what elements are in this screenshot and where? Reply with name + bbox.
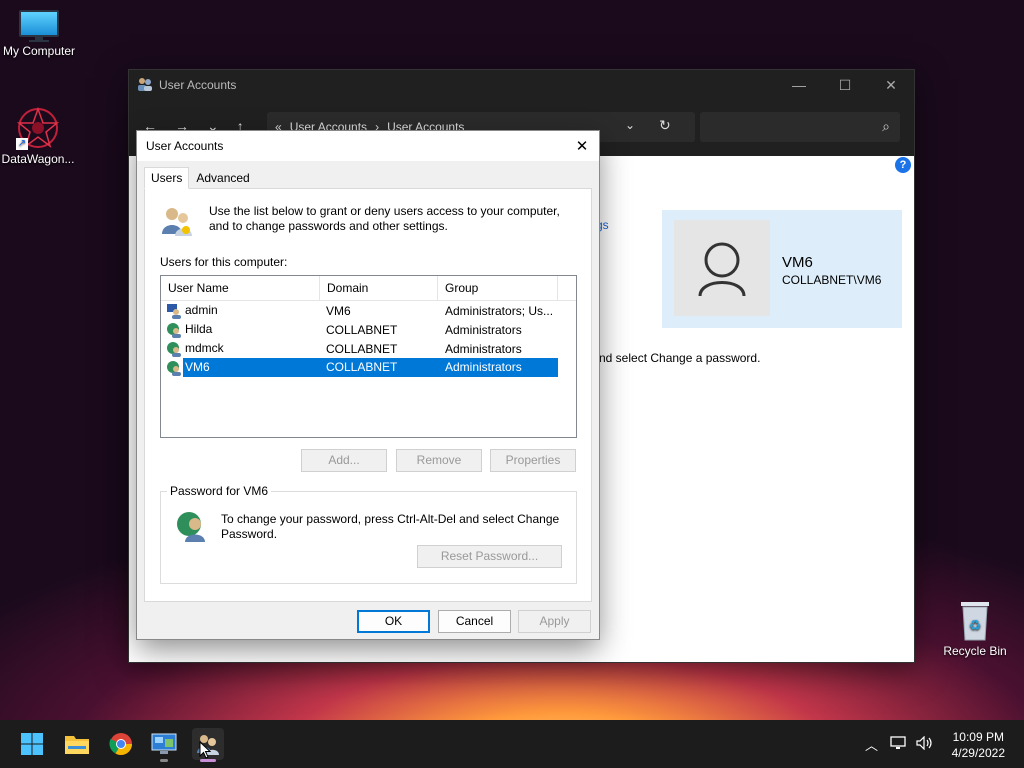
local-user-icon	[166, 303, 182, 319]
system-tray: ︿	[865, 720, 934, 768]
network-icon[interactable]	[890, 735, 906, 753]
user-card: VM6 COLLABNET\VM6	[662, 210, 902, 328]
chevron-up-icon[interactable]: ︿	[865, 735, 878, 754]
start-button[interactable]	[16, 728, 48, 760]
computer-icon	[19, 10, 59, 42]
clock-time: 10:09 PM	[952, 730, 1004, 744]
file-explorer-button[interactable]	[61, 728, 93, 760]
volume-icon[interactable]	[916, 735, 934, 753]
tab-advanced[interactable]: Advanced	[189, 167, 256, 189]
properties-button[interactable]: Properties	[490, 449, 576, 472]
control-panel-button[interactable]	[148, 728, 180, 762]
apply-button[interactable]: Apply	[518, 610, 591, 633]
chrome-icon	[109, 733, 132, 755]
avatar	[674, 220, 770, 316]
windows-logo-icon	[21, 733, 43, 755]
user-card-domain: COLLABNET\VM6	[782, 273, 882, 287]
add-user-button[interactable]: Add...	[301, 449, 387, 472]
table-row-selected[interactable]: VM6 COLLABNET Administrators	[161, 358, 576, 377]
window-titlebar[interactable]: User Accounts — ☐ ✕	[129, 70, 914, 100]
svg-text:♻: ♻	[969, 618, 982, 634]
password-instructions: To change your password, press Ctrl-Alt-…	[221, 512, 560, 541]
user-key-icon	[175, 510, 209, 545]
taskbar: ︿ 10:09 PM 4/29/2022	[0, 720, 1024, 768]
remove-user-button[interactable]: Remove	[396, 449, 482, 472]
domain-user-icon	[166, 360, 182, 376]
close-button[interactable]: ✕	[868, 77, 914, 94]
domain-user-icon	[166, 341, 182, 357]
desktop-icon-label: Recycle Bin	[943, 644, 1007, 658]
password-groupbox: Password for VM6 To change your password…	[160, 484, 577, 584]
users-tab-panel: Use the list below to grant or deny user…	[144, 188, 592, 602]
chrome-button[interactable]	[105, 728, 137, 760]
column-header-domain[interactable]: Domain	[320, 276, 438, 300]
dialog-close-button[interactable]: ✕	[565, 137, 599, 155]
tab-users[interactable]: Users	[144, 167, 190, 189]
users-icon	[137, 76, 153, 95]
recycle-bin-icon: ♻	[957, 598, 993, 642]
desktop-icon-label: DataWagon...	[1, 152, 75, 166]
datawagon-logo-icon: ↗	[16, 106, 60, 150]
domain-user-icon	[166, 322, 182, 338]
table-row[interactable]: mdmck COLLABNET Administrators	[161, 339, 576, 358]
desktop-icon-recycle-bin[interactable]: ♻ Recycle Bin	[937, 598, 1013, 658]
address-dropdown-icon[interactable]: ⌄	[625, 118, 635, 132]
search-icon: ⌕	[882, 118, 890, 134]
search-input[interactable]: ⌕	[700, 112, 900, 142]
dialog-titlebar[interactable]: User Accounts ✕	[137, 131, 599, 161]
users-list[interactable]: User Name Domain Group admin VM6 Adminis…	[160, 275, 577, 438]
desktop-icon-my-computer[interactable]: My Computer	[1, 10, 77, 58]
minimize-button[interactable]: —	[776, 77, 822, 94]
control-panel-icon	[151, 733, 177, 754]
users-list-label: Users for this computer:	[160, 255, 288, 269]
user-accounts-dialog: User Accounts ✕ Users Advanced Use the l…	[137, 131, 599, 639]
column-header-user-name[interactable]: User Name	[161, 276, 320, 300]
change-password-hint: nd select Change a password.	[599, 351, 761, 365]
password-group-label: Password for VM6	[167, 484, 272, 498]
desktop-icon-label: My Computer	[2, 44, 76, 58]
table-row[interactable]: admin VM6 Administrators; Us...	[161, 301, 576, 320]
reset-password-button[interactable]: Reset Password...	[417, 545, 562, 568]
clock-date: 4/29/2022	[951, 746, 1005, 760]
dialog-title: User Accounts	[146, 139, 224, 153]
column-header-group[interactable]: Group	[438, 276, 558, 300]
table-row[interactable]: Hilda COLLABNET Administrators	[161, 320, 576, 339]
user-card-name: VM6	[782, 254, 813, 271]
cancel-button[interactable]: Cancel	[438, 610, 511, 633]
window-title: User Accounts	[159, 78, 237, 92]
desktop-icon-datawagon[interactable]: ↗ DataWagon...	[0, 106, 76, 166]
ok-button[interactable]: OK	[357, 610, 430, 633]
folder-icon	[65, 736, 89, 754]
clock[interactable]: 10:09 PM 4/29/2022	[952, 729, 1005, 761]
refresh-icon[interactable]: ↻	[659, 117, 671, 134]
intro-text: Use the list below to grant or deny user…	[209, 204, 560, 233]
mouse-cursor-icon	[199, 740, 212, 762]
users-group-icon	[160, 204, 194, 241]
shortcut-arrow-icon: ↗	[16, 138, 28, 150]
maximize-button[interactable]: ☐	[822, 77, 868, 94]
help-icon[interactable]: ?	[895, 157, 911, 173]
user-silhouette-icon	[698, 242, 746, 297]
